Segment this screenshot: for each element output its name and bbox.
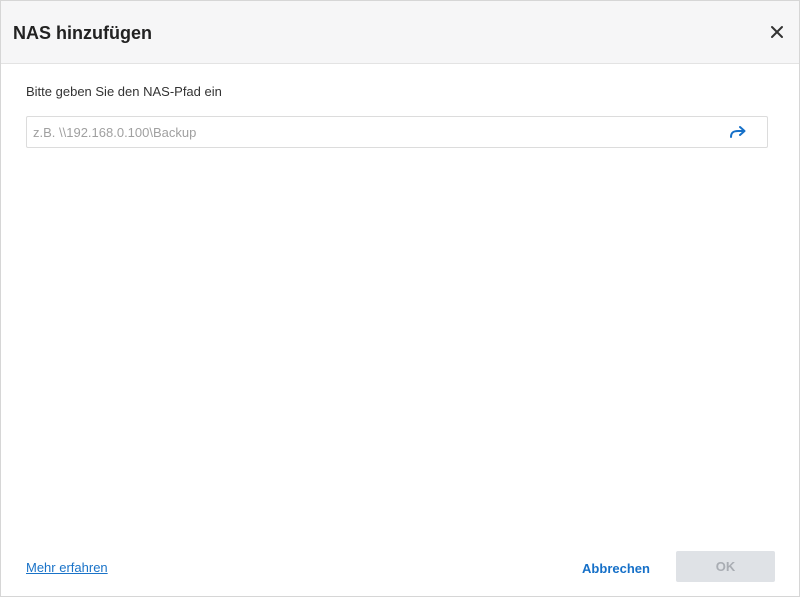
nas-path-input[interactable] <box>27 117 707 147</box>
arrow-right-icon <box>730 126 746 138</box>
add-nas-dialog: NAS hinzufügen Bitte geben Sie den NAS-P… <box>0 0 800 597</box>
dialog-title: NAS hinzufügen <box>13 23 152 43</box>
nas-path-label: Bitte geben Sie den NAS-Pfad ein <box>26 84 222 99</box>
go-button[interactable] <box>729 124 747 140</box>
ok-button[interactable]: OK <box>676 551 775 582</box>
close-button[interactable] <box>767 22 787 42</box>
nas-path-field <box>26 116 768 148</box>
close-icon <box>771 26 783 38</box>
cancel-button[interactable]: Abbrechen <box>573 553 659 583</box>
dialog-header: NAS hinzufügen <box>1 1 799 64</box>
learn-more-link[interactable]: Mehr erfahren <box>26 559 108 577</box>
